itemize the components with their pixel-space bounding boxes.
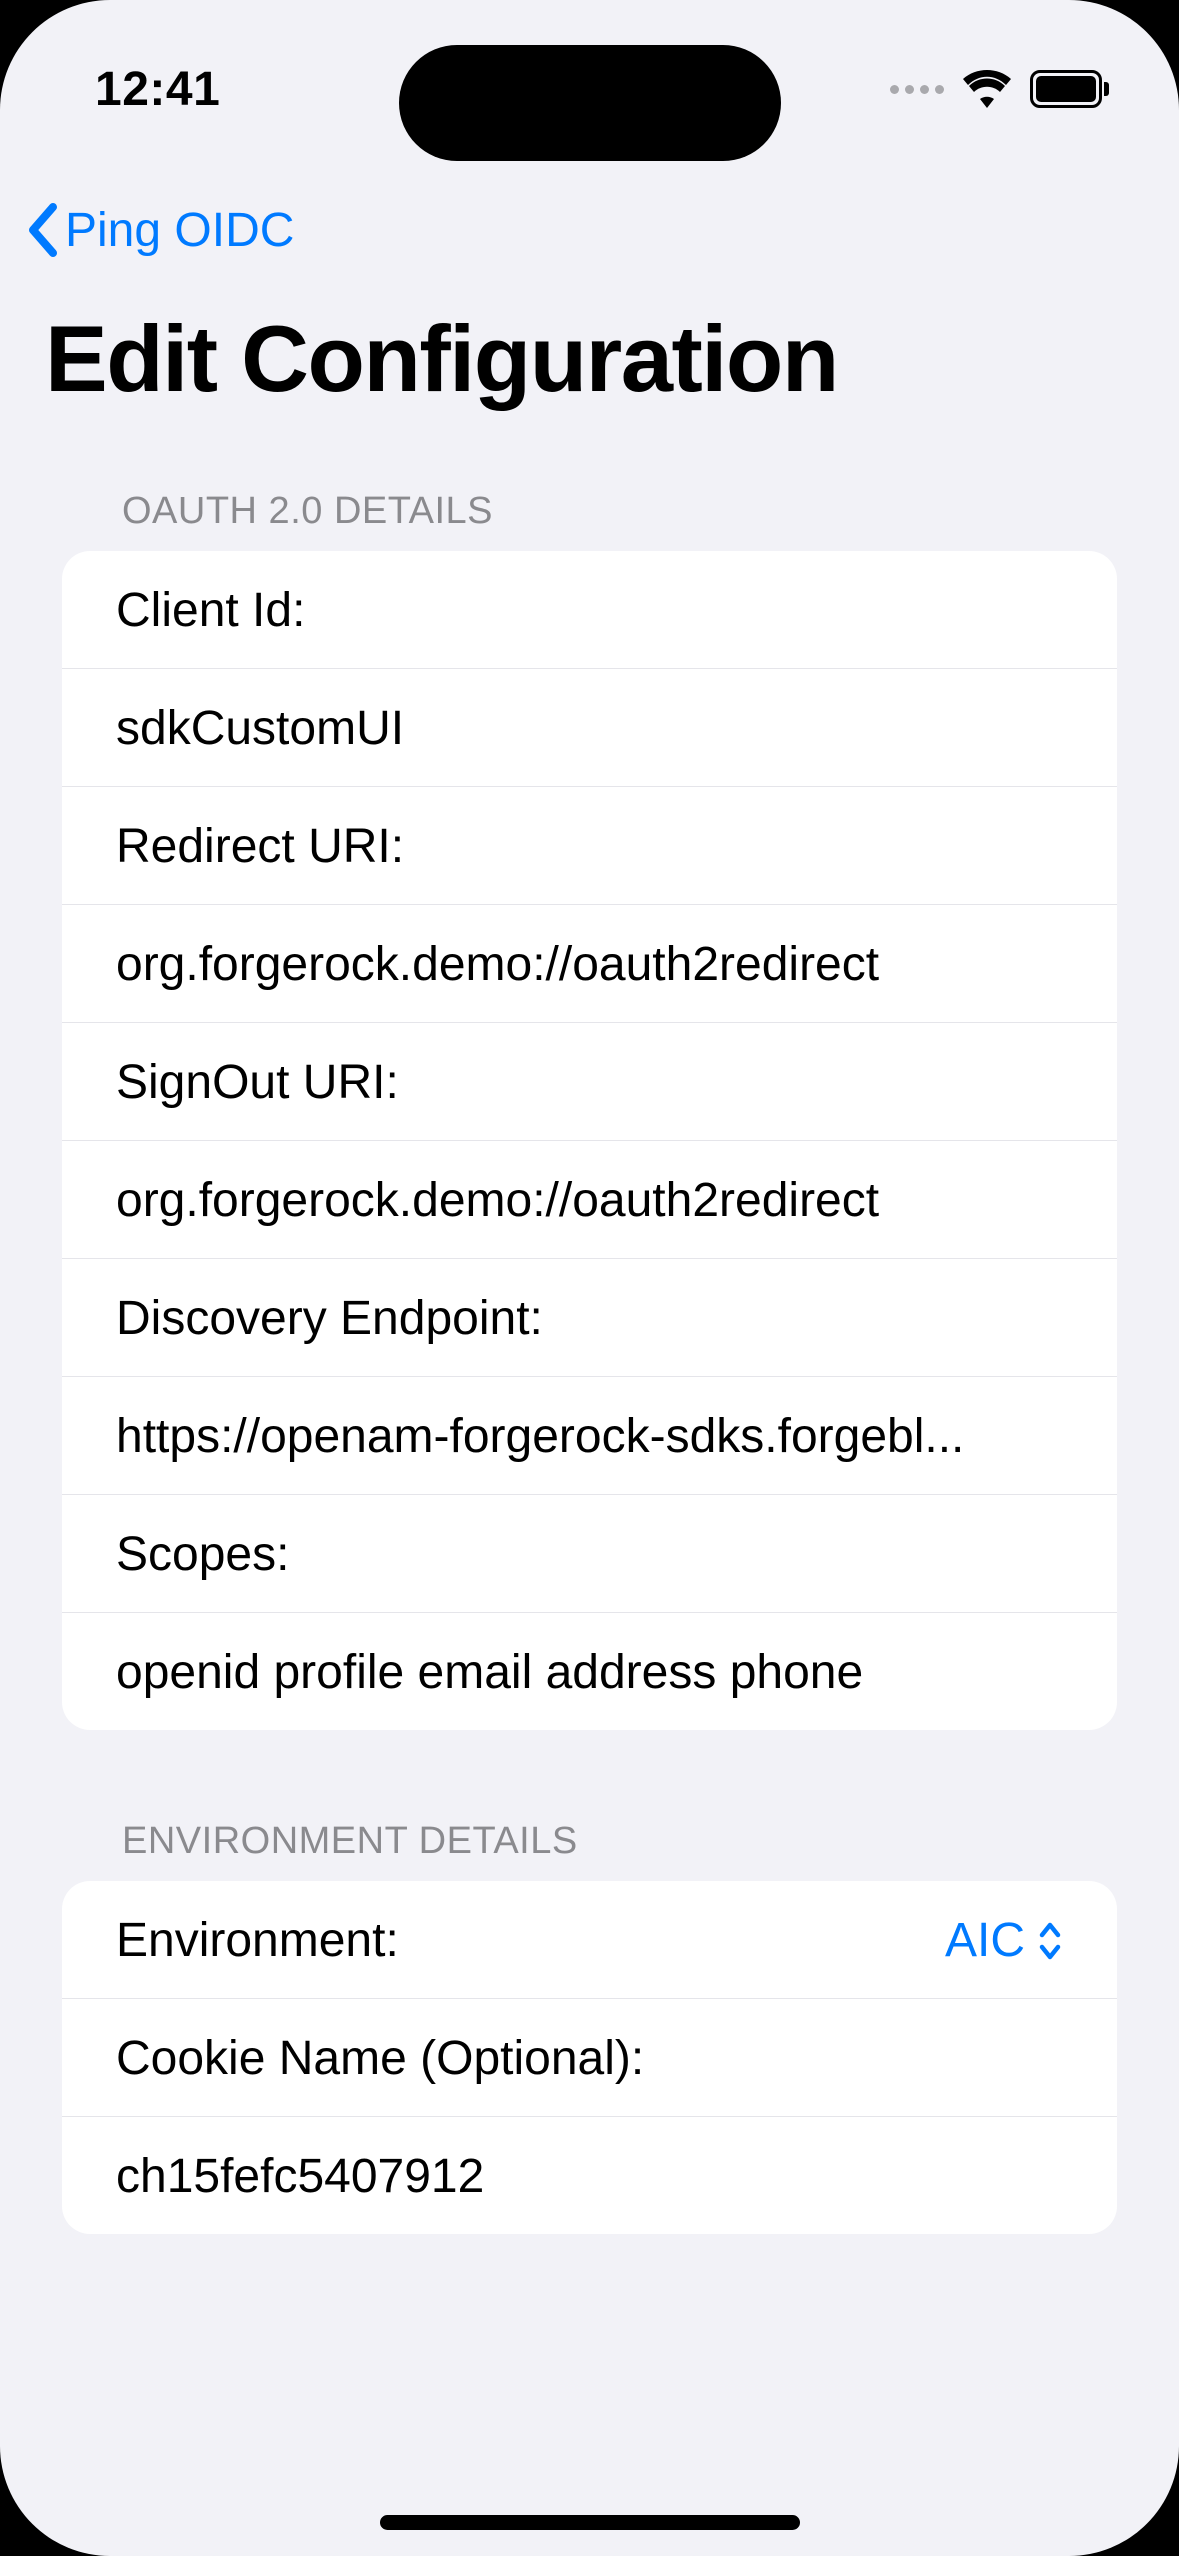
row-signout-uri-value[interactable]: org.forgerock.demo://oauth2redirect (62, 1141, 1117, 1259)
chevron-up-down-icon (1037, 1921, 1063, 1961)
row-scopes-value[interactable]: openid profile email address phone (62, 1613, 1117, 1730)
row-discovery-label: Discovery Endpoint: (62, 1259, 1117, 1377)
section-header-environment: ENVIRONMENT DETAILS (62, 1820, 1117, 1881)
section-header-oauth: OAUTH 2.0 DETAILS (62, 490, 1117, 551)
row-redirect-uri-value[interactable]: org.forgerock.demo://oauth2redirect (62, 905, 1117, 1023)
client-id-label: Client Id: (116, 583, 1063, 638)
signout-uri-label: SignOut URI: (116, 1055, 1063, 1110)
card-environment: Environment: AIC Cookie Name (Optional):… (62, 1881, 1117, 2234)
scopes-label: Scopes: (116, 1527, 1063, 1582)
page-title: Edit Configuration (45, 305, 838, 413)
environment-label: Environment: (116, 1913, 399, 1968)
wifi-icon (962, 70, 1012, 108)
home-indicator[interactable] (380, 2515, 800, 2530)
discovery-value: https://openam-forgerock-sdks.forgebl... (116, 1409, 1063, 1464)
dynamic-island (399, 45, 781, 161)
row-cookie-name-label: Cookie Name (Optional): (62, 1999, 1117, 2117)
back-label: Ping OIDC (65, 203, 294, 258)
signout-uri-value: org.forgerock.demo://oauth2redirect (116, 1173, 1063, 1228)
redirect-uri-value: org.forgerock.demo://oauth2redirect (116, 937, 1063, 992)
cookie-name-label: Cookie Name (Optional): (116, 2031, 1063, 2086)
row-scopes-label: Scopes: (62, 1495, 1117, 1613)
back-button[interactable]: Ping OIDC (25, 203, 294, 258)
status-time: 12:41 (95, 62, 220, 117)
row-client-id-label: Client Id: (62, 551, 1117, 669)
scopes-value: openid profile email address phone (116, 1645, 1063, 1700)
redirect-uri-label: Redirect URI: (116, 819, 1063, 874)
environment-picker[interactable]: AIC (945, 1913, 1063, 1968)
row-discovery-value[interactable]: https://openam-forgerock-sdks.forgebl... (62, 1377, 1117, 1495)
discovery-label: Discovery Endpoint: (116, 1291, 1063, 1346)
phone-screen: 12:41 Ping OIDC Edit Configuration OA (0, 0, 1179, 2556)
nav-bar: Ping OIDC (0, 185, 1179, 275)
cellular-dots-icon (890, 85, 944, 94)
row-environment[interactable]: Environment: AIC (62, 1881, 1117, 1999)
status-right (890, 70, 1109, 108)
cookie-name-value: ch15fefc5407912 (116, 2149, 1063, 2204)
row-client-id-value[interactable]: sdkCustomUI (62, 669, 1117, 787)
content: OAUTH 2.0 DETAILS Client Id: sdkCustomUI… (62, 490, 1117, 2234)
card-oauth: Client Id: sdkCustomUI Redirect URI: org… (62, 551, 1117, 1730)
chevron-left-icon (25, 203, 57, 257)
row-redirect-uri-label: Redirect URI: (62, 787, 1117, 905)
row-signout-uri-label: SignOut URI: (62, 1023, 1117, 1141)
row-cookie-name-value[interactable]: ch15fefc5407912 (62, 2117, 1117, 2234)
battery-icon (1030, 70, 1109, 108)
client-id-value: sdkCustomUI (116, 701, 1063, 756)
environment-value: AIC (945, 1913, 1025, 1968)
